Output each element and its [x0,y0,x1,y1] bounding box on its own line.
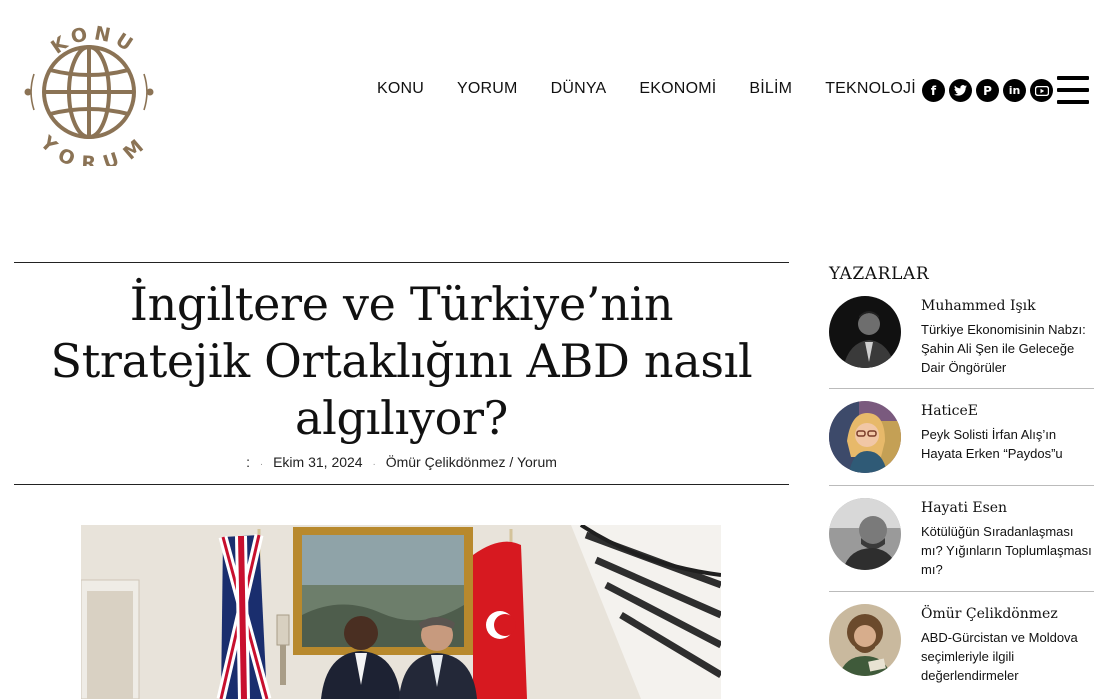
author-post-link[interactable]: Peyk Solisti İrfan Alış’ın Hayata Erken … [921,425,1094,463]
sidebar-divider [829,591,1094,592]
nav-item-ekonomi[interactable]: EKONOMİ [639,80,716,98]
main-nav: KONU YORUM DÜNYA EKONOMİ BİLİM TEKNOLOJİ [377,80,916,98]
author-name[interactable]: HaticeE [921,403,1094,419]
twitter-icon[interactable] [949,79,972,102]
author-post-link[interactable]: ABD-Gürcistan ve Moldova seçimleriyle il… [921,628,1094,685]
pinterest-icon[interactable]: P [976,79,999,102]
youtube-icon[interactable] [1030,79,1053,102]
author-post-link[interactable]: Türkiye Ekonomisinin Nabzı: Şahin Ali Şe… [921,320,1094,377]
author-avatar[interactable] [829,296,901,368]
nav-item-bilim[interactable]: BİLİM [749,80,792,98]
article-date: Ekim 31, 2024 [273,454,363,470]
meta-separator: · [372,459,376,470]
author-card[interactable]: HaticeE Peyk Solisti İrfan Alış’ın Hayat… [829,401,1094,473]
sidebar-title: YAZARLAR [829,264,930,284]
nav-item-yorum[interactable]: YORUM [457,80,518,98]
facebook-icon[interactable]: f [922,79,945,102]
linkedin-icon[interactable]: in [1003,79,1026,102]
author-post-link[interactable]: Kötülüğün Sıradanlaşması mı? Yığınların … [921,522,1094,579]
nav-item-dunya[interactable]: DÜNYA [551,80,607,98]
author-name[interactable]: Muhammed Işık [921,298,1094,314]
author-card[interactable]: Muhammed Işık Türkiye Ekonomisinin Nabzı… [829,296,1094,377]
author-card[interactable]: Hayati Esen Kötülüğün Sıradanlaşması mı?… [829,498,1094,579]
author-avatar[interactable] [829,401,901,473]
site-logo[interactable]: KONU YORUM [20,14,158,175]
sidebar-divider [829,485,1094,486]
article-hero-image [81,525,721,699]
sidebar-divider [829,388,1094,389]
meta-separator: · [259,459,264,470]
article-title: İngiltere ve Türkiye’nin Stratejik Ortak… [50,277,753,445]
globe-logo-icon: KONU YORUM [24,22,154,175]
menu-hamburger-icon[interactable] [1057,76,1089,104]
social-links: f P in [922,79,1053,102]
article-meta: : · Ekim 31, 2024 · Ömür Çelikdönmez / Y… [14,454,789,470]
article-header: İngiltere ve Türkiye’nin Stratejik Ortak… [14,262,789,485]
nav-item-konu[interactable]: KONU [377,80,424,98]
author-name[interactable]: Ömür Çelikdönmez [921,606,1094,622]
author-avatar[interactable] [829,498,901,570]
article-byline[interactable]: Ömür Çelikdönmez / Yorum [386,454,557,470]
logo-top-text: KONU [47,22,136,58]
author-card[interactable]: Ömür Çelikdönmez ABD-Gürcistan ve Moldov… [829,604,1094,685]
nav-item-teknoloji[interactable]: TEKNOLOJİ [825,80,916,98]
author-name[interactable]: Hayati Esen [921,500,1094,516]
author-avatar[interactable] [829,604,901,676]
meta-colon: : [246,454,250,470]
svg-text:KONU: KONU [47,22,141,58]
